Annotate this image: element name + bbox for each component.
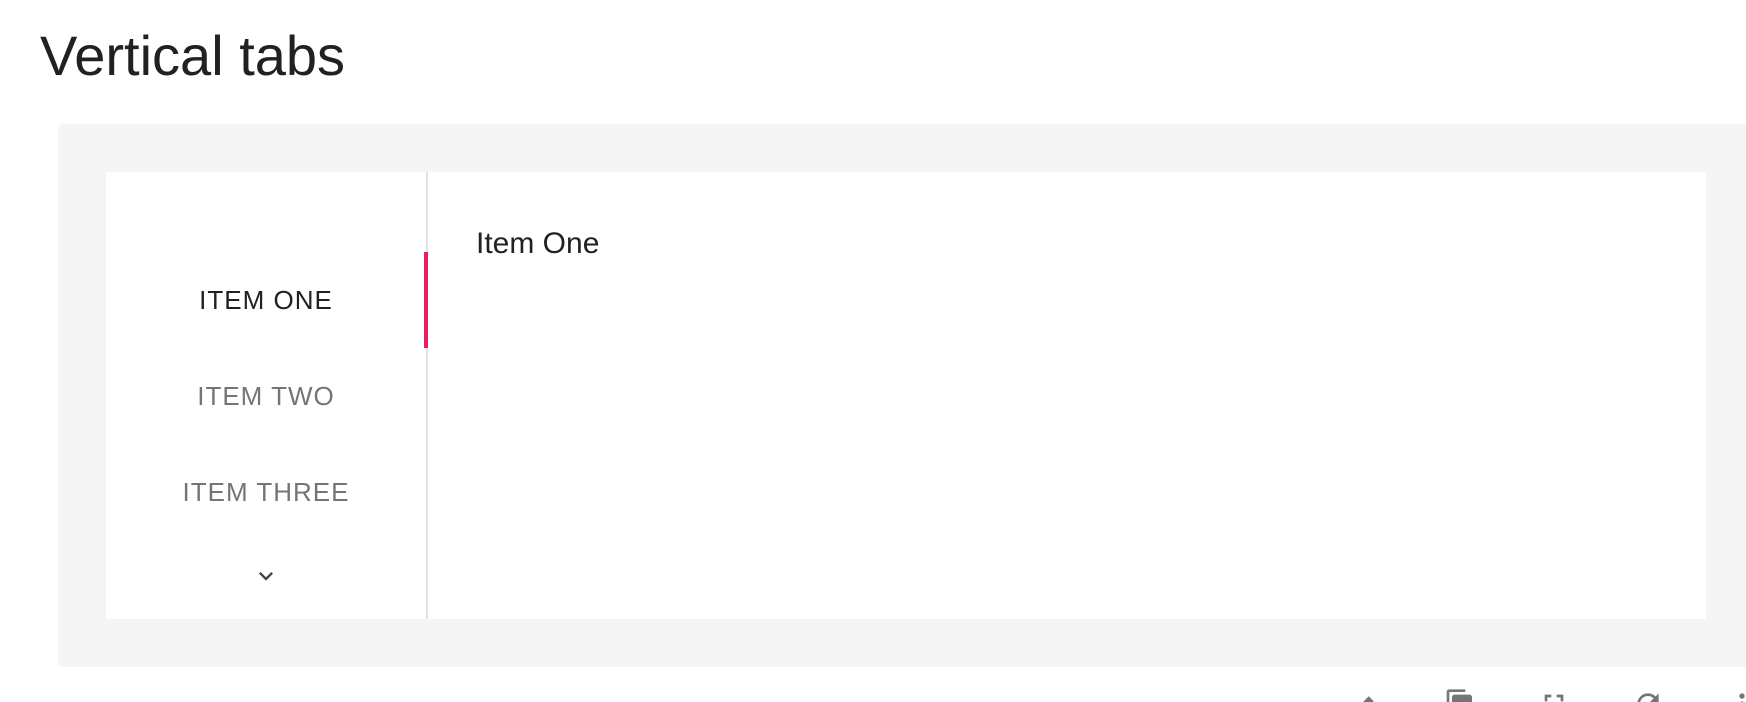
demo-toolbar xyxy=(1350,688,1746,702)
scroll-tabs-down-button[interactable] xyxy=(106,552,426,600)
tab-item-one[interactable]: ITEM ONE xyxy=(106,252,426,348)
fullscreen-icon[interactable] xyxy=(1538,688,1570,702)
tab-content-text: Item One xyxy=(476,227,600,260)
more-icon[interactable] xyxy=(1726,688,1746,702)
chevron-down-icon xyxy=(259,572,273,581)
edit-icon[interactable] xyxy=(1350,688,1382,702)
tab-item-two[interactable]: ITEM TWO xyxy=(106,348,426,444)
tab-item-three[interactable]: ITEM THREE xyxy=(106,444,426,540)
tab-label: ITEM ONE xyxy=(199,284,333,315)
demo-card: ITEM ONE ITEM TWO ITEM THREE Item One xyxy=(58,124,1746,667)
tab-list: ITEM ONE ITEM TWO ITEM THREE xyxy=(106,172,428,619)
tab-label: ITEM TWO xyxy=(197,380,335,411)
refresh-icon[interactable] xyxy=(1632,688,1664,702)
page-title: Vertical tabs xyxy=(40,24,346,87)
tab-label: ITEM THREE xyxy=(182,476,350,507)
copy-icon[interactable] xyxy=(1444,688,1476,702)
tab-content-panel: Item One xyxy=(428,172,1706,619)
active-tab-indicator xyxy=(424,252,428,348)
page: Vertical tabs ITEM ONE ITEM TWO ITEM THR… xyxy=(0,0,1746,702)
vertical-tabs-panel: ITEM ONE ITEM TWO ITEM THREE Item One xyxy=(106,172,1706,619)
